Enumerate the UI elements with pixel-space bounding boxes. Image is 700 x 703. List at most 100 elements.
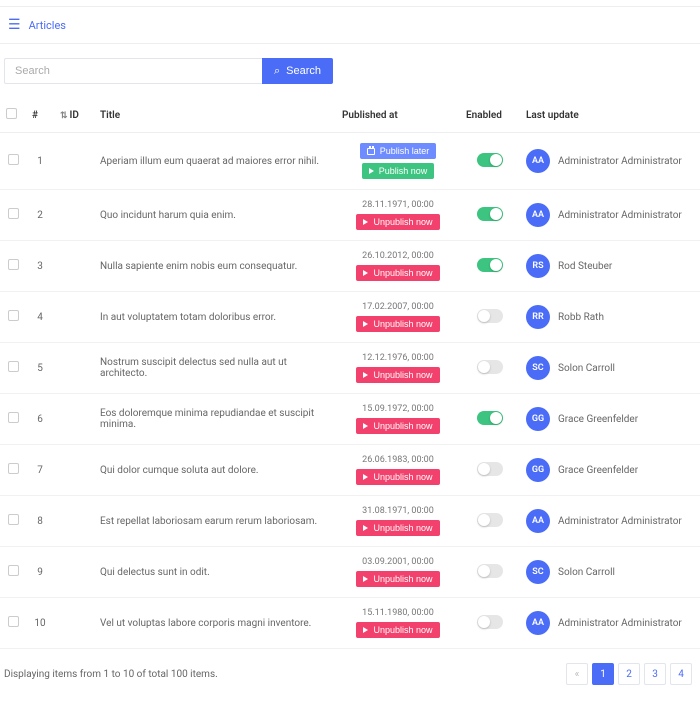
publish-later-button[interactable]: Publish later [360, 143, 437, 159]
publish-now-button[interactable]: Publish now [362, 163, 435, 179]
unpublish-now-button[interactable]: Unpublish now [356, 571, 439, 587]
enabled-toggle[interactable] [477, 153, 503, 167]
col-lastupdate-header[interactable]: Last update [520, 98, 700, 133]
row-checkbox[interactable] [8, 565, 19, 576]
row-number: 10 [26, 598, 54, 649]
search-button[interactable]: ⌕ Search [262, 58, 333, 84]
breadcrumb[interactable]: Articles [29, 19, 66, 32]
user-name: Solon Carroll [558, 363, 615, 374]
row-checkbox[interactable] [8, 259, 19, 270]
row-title[interactable]: Qui delectus sunt in odit. [94, 547, 336, 598]
toggle-knob [490, 412, 502, 424]
page-button[interactable]: 4 [670, 663, 692, 685]
row-title[interactable]: Nulla sapiente enim nobis eum consequatu… [94, 241, 336, 292]
table-row: 1 Aperiam illum eum quaerat ad maiores e… [0, 133, 700, 190]
send-icon [363, 219, 368, 225]
row-id [54, 292, 94, 343]
send-icon [363, 474, 368, 480]
row-id [54, 496, 94, 547]
unpublish-now-button[interactable]: Unpublish now [356, 214, 439, 230]
table-row: 8 Est repellat laboriosam earum rerum la… [0, 496, 700, 547]
published-date: 26.06.1983, 00:00 [362, 455, 434, 465]
row-title[interactable]: Aperiam illum eum quaerat ad maiores err… [94, 133, 336, 190]
col-published-header[interactable]: Published at [336, 98, 460, 133]
user-name: Administrator Administrator [558, 156, 682, 167]
page-button[interactable]: 1 [592, 663, 614, 685]
published-date: 17.02.2007, 00:00 [362, 302, 434, 312]
user-cell: GG Grace Greenfelder [526, 458, 694, 482]
row-id [54, 598, 94, 649]
send-icon [363, 321, 368, 327]
user-name: Administrator Administrator [558, 516, 682, 527]
col-id-header[interactable]: ⇅ID [54, 98, 94, 133]
enabled-toggle[interactable] [477, 462, 503, 476]
unpublish-now-button[interactable]: Unpublish now [356, 469, 439, 485]
row-number: 5 [26, 343, 54, 394]
page-button[interactable]: 3 [644, 663, 666, 685]
send-icon [363, 372, 368, 378]
toggle-knob [478, 463, 490, 475]
send-icon [363, 423, 368, 429]
row-checkbox[interactable] [8, 310, 19, 321]
row-id [54, 190, 94, 241]
pagination-summary: Displaying items from 1 to 10 of total 1… [4, 669, 218, 680]
enabled-toggle[interactable] [477, 309, 503, 323]
row-title[interactable]: Qui dolor cumque soluta aut dolore. [94, 445, 336, 496]
user-cell: SC Solon Carroll [526, 560, 694, 584]
row-title[interactable]: Eos doloremque minima repudiandae et sus… [94, 394, 336, 445]
col-title-header[interactable]: Title [94, 98, 336, 133]
table-row: 5 Nostrum suscipit delectus sed nulla au… [0, 343, 700, 394]
enabled-toggle[interactable] [477, 258, 503, 272]
select-all-checkbox[interactable] [6, 108, 17, 119]
published-date: 12.12.1976, 00:00 [362, 353, 434, 363]
row-title[interactable]: In aut voluptatem totam doloribus error. [94, 292, 336, 343]
send-icon [363, 576, 368, 582]
unpublish-now-button[interactable]: Unpublish now [356, 367, 439, 383]
search-row: ⌕ Search [0, 44, 700, 98]
row-title[interactable]: Vel ut voluptas labore corporis magni in… [94, 598, 336, 649]
published-date: 03.09.2001, 00:00 [362, 557, 434, 567]
row-checkbox[interactable] [8, 463, 19, 474]
enabled-toggle[interactable] [477, 615, 503, 629]
unpublish-now-button[interactable]: Unpublish now [356, 622, 439, 638]
table-row: 10 Vel ut voluptas labore corporis magni… [0, 598, 700, 649]
row-title[interactable]: Est repellat laboriosam earum rerum labo… [94, 496, 336, 547]
published-date: 26.10.2012, 00:00 [362, 251, 434, 261]
unpublish-now-button[interactable]: Unpublish now [356, 418, 439, 434]
pagination: « 1234 [566, 663, 692, 685]
row-checkbox[interactable] [8, 361, 19, 372]
row-id [54, 343, 94, 394]
table-row: 4 In aut voluptatem totam doloribus erro… [0, 292, 700, 343]
user-cell: RR Robb Rath [526, 305, 694, 329]
row-title[interactable]: Quo incidunt harum quia enim. [94, 190, 336, 241]
enabled-toggle[interactable] [477, 207, 503, 221]
row-checkbox[interactable] [8, 514, 19, 525]
table-row: 6 Eos doloremque minima repudiandae et s… [0, 394, 700, 445]
row-checkbox[interactable] [8, 208, 19, 219]
page-prev[interactable]: « [566, 663, 588, 685]
enabled-toggle[interactable] [477, 564, 503, 578]
unpublish-now-button[interactable]: Unpublish now [356, 316, 439, 332]
row-title[interactable]: Nostrum suscipit delectus sed nulla aut … [94, 343, 336, 394]
unpublish-now-button[interactable]: Unpublish now [356, 265, 439, 281]
row-id [54, 547, 94, 598]
unpublish-now-button[interactable]: Unpublish now [356, 520, 439, 536]
avatar: RS [526, 254, 550, 278]
row-checkbox[interactable] [8, 154, 19, 165]
enabled-toggle[interactable] [477, 411, 503, 425]
row-number: 1 [26, 133, 54, 190]
row-id [54, 394, 94, 445]
page-button[interactable]: 2 [618, 663, 640, 685]
row-id [54, 133, 94, 190]
row-checkbox[interactable] [8, 616, 19, 627]
user-name: Grace Greenfelder [558, 465, 638, 476]
menu-icon[interactable]: ☰ [8, 17, 21, 33]
row-number: 9 [26, 547, 54, 598]
col-enabled-header[interactable]: Enabled [460, 98, 520, 133]
enabled-toggle[interactable] [477, 513, 503, 527]
row-number: 3 [26, 241, 54, 292]
send-icon [363, 270, 368, 276]
enabled-toggle[interactable] [477, 360, 503, 374]
search-input[interactable] [4, 58, 262, 84]
row-checkbox[interactable] [8, 412, 19, 423]
